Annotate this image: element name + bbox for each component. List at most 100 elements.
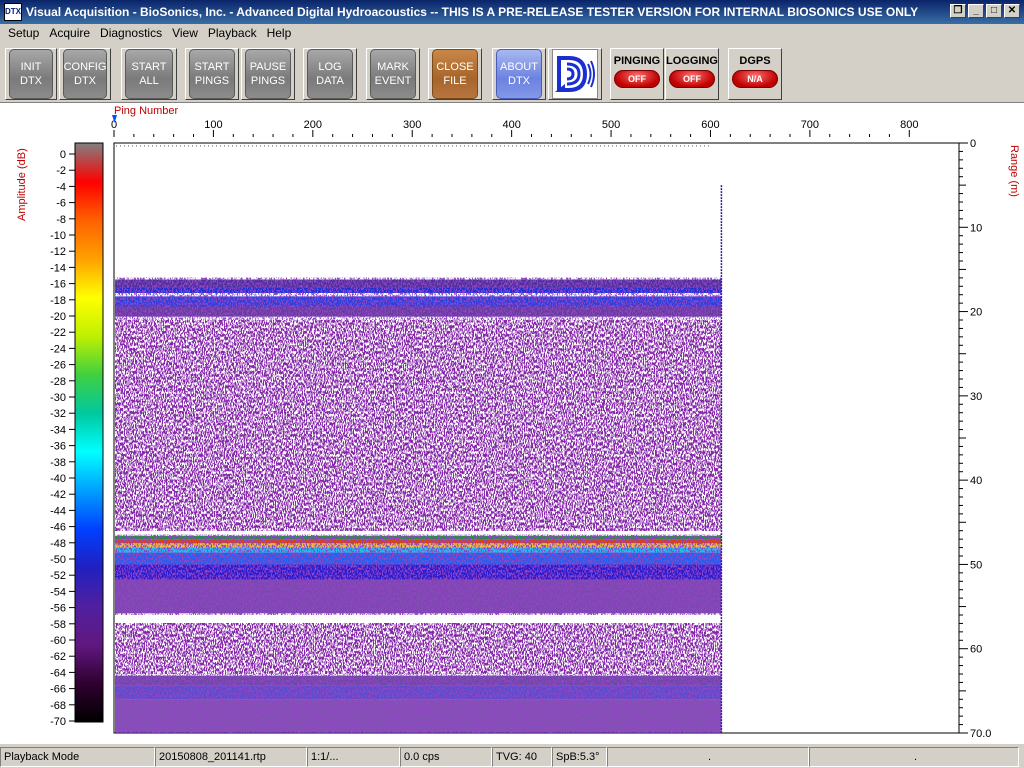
config-dtx-label-1: CONFIG [63, 61, 107, 73]
y-tick-label: 30 [970, 391, 982, 403]
config-dtx-button[interactable]: CONFIG DTX [59, 48, 111, 100]
colorbar-tick-label: -70 [50, 716, 66, 728]
config-dtx-label-2: DTX [74, 75, 96, 87]
pinging-indicator: PINGING OFF [610, 48, 664, 100]
colorbar-tick-label: -68 [50, 700, 66, 712]
logging-indicator: LOGGING OFF [665, 48, 719, 100]
echo-speckle [115, 534, 722, 615]
x-axis-label: Ping Number [114, 105, 179, 117]
minimize-button[interactable]: _ [968, 4, 984, 18]
biosonics-logo-button[interactable] [548, 48, 602, 100]
start-pings-label-1: START [194, 61, 230, 73]
colorbar-tick-label: -64 [50, 667, 66, 679]
colorbar-tick-label: -56 [50, 603, 66, 615]
log-data-label-1: LOG [318, 61, 342, 73]
colorbar-tick-label: -30 [50, 392, 66, 404]
colorbar-tick-label: -52 [50, 570, 66, 582]
maximize-icon: □ [990, 5, 998, 16]
menu-playback[interactable]: Playback [203, 26, 262, 40]
close-icon: ✕ [1007, 5, 1017, 16]
y-tick-label: 70.0 [970, 728, 991, 740]
status-file: 20150808_201141.rtp [155, 747, 307, 767]
about-dtx-label-1: ABOUT [500, 61, 538, 73]
maximize-button[interactable]: □ [986, 4, 1002, 18]
about-dtx-label-2: DTX [508, 75, 530, 87]
colorbar-tick-label: -58 [50, 619, 66, 631]
echo-speckle [115, 674, 722, 733]
pinging-label: PINGING [613, 55, 661, 67]
init-dtx-label-2: DTX [20, 75, 42, 87]
start-pings-button[interactable]: START PINGS [185, 48, 239, 100]
surface-echo-band [115, 277, 722, 320]
status-spb: SpB:5.3° [552, 747, 607, 767]
status-ratio: 1:1/... [307, 747, 400, 767]
restore-icon: ❐ [953, 5, 963, 16]
colorbar-tick-label: -38 [50, 457, 66, 469]
start-all-button[interactable]: START ALL [121, 48, 177, 100]
echogram-display[interactable]: Ping Number 0 100 200 300 400 500 600 700 800 Ra… [0, 103, 1024, 745]
log-data-button[interactable]: LOG DATA [303, 48, 357, 100]
x-axis-ticks: 0 100 200 300 400 500 600 700 800 [111, 119, 918, 137]
colorbar-tick-label: -46 [50, 522, 66, 534]
restore-button[interactable]: ❐ [950, 4, 966, 18]
close-file-button[interactable]: CLOSE FILE [428, 48, 482, 100]
colorbar-tick-label: -26 [50, 360, 66, 372]
init-dtx-button[interactable]: INIT DTX [5, 48, 57, 100]
log-data-label-2: DATA [316, 75, 344, 87]
x-tick-label: 300 [403, 119, 421, 131]
dgps-indicator: DGPS N/A [728, 48, 782, 100]
y-tick-label: 60 [970, 644, 982, 656]
colorbar-tick-label: 0 [60, 149, 66, 161]
app-icon[interactable]: DTX [4, 3, 22, 21]
dgps-label: DGPS [739, 55, 771, 67]
status-pane-1: . [607, 747, 809, 767]
dgps-state: N/A [732, 70, 778, 88]
pinging-state: OFF [614, 70, 660, 88]
y-axis-label: Range (m) [1008, 145, 1020, 197]
menu-view[interactable]: View [167, 26, 203, 40]
menu-setup[interactable]: Setup [0, 26, 44, 40]
colorbar-tick-label: -62 [50, 651, 66, 663]
y-tick-label: 0 [970, 138, 976, 150]
application-window: DTX Visual Acquisition - BioSonics, Inc.… [0, 0, 1024, 768]
colorbar-tick-label: -18 [50, 295, 66, 307]
colorbar-tick-label: -14 [50, 262, 66, 274]
mark-event-label-1: MARK [377, 61, 409, 73]
y-tick-label: 20 [970, 307, 982, 319]
echogram-panel: Ping Number 0 100 200 300 400 500 600 700 800 Ra… [0, 102, 1024, 744]
colorbar-tick-label: -54 [50, 586, 66, 598]
menu-help[interactable]: Help [262, 26, 297, 40]
biosonics-logo-icon [555, 56, 595, 92]
status-bar: Playback Mode 20150808_201141.rtp 1:1/..… [0, 745, 1024, 768]
menu-acquire[interactable]: Acquire [44, 26, 95, 40]
y-tick-label: 50 [970, 559, 982, 571]
title-bar[interactable]: DTX Visual Acquisition - BioSonics, Inc.… [0, 0, 1024, 24]
colorbar-tick-label: -40 [50, 473, 66, 485]
close-file-label-2: FILE [443, 75, 467, 87]
water-column-scatter [115, 320, 722, 531]
start-all-label-1: START [131, 61, 167, 73]
status-rate: 0.0 cps [400, 747, 492, 767]
colorbar-tick-label: -22 [50, 327, 66, 339]
logging-state: OFF [669, 70, 715, 88]
close-button[interactable]: ✕ [1004, 4, 1020, 18]
colorbar-tick-label: -32 [50, 408, 66, 420]
colorbar-tick-label: -50 [50, 554, 66, 566]
colorbar-tick-label: -4 [56, 181, 66, 193]
pause-pings-button[interactable]: PAUSE PINGS [241, 48, 295, 100]
colorbar-ticks: 0 -2 -4 -6 -8 -10 -12 -14 -16 -18 -20 -22 -24 -26 -28 -… [50, 149, 75, 728]
menu-diagnostics[interactable]: Diagnostics [95, 26, 167, 40]
colorbar-tick-label: -36 [50, 441, 66, 453]
init-dtx-label-1: INIT [20, 61, 42, 73]
colorbar-tick-label: -28 [50, 376, 66, 388]
echogram-plot [113, 142, 960, 734]
colorbar-tick-label: -24 [50, 343, 66, 355]
colorbar-tick-label: -10 [50, 230, 66, 242]
about-dtx-button[interactable]: ABOUT DTX [492, 48, 546, 100]
mark-event-button[interactable]: MARK EVENT [366, 48, 420, 100]
toolbar: INIT DTX CONFIG DTX START ALL START PINGS PA… [0, 44, 1024, 102]
echo-speckle [115, 277, 722, 320]
fish-layer-band [115, 534, 722, 615]
y-tick-label: 40 [970, 475, 982, 487]
deep-scatter [115, 623, 722, 674]
